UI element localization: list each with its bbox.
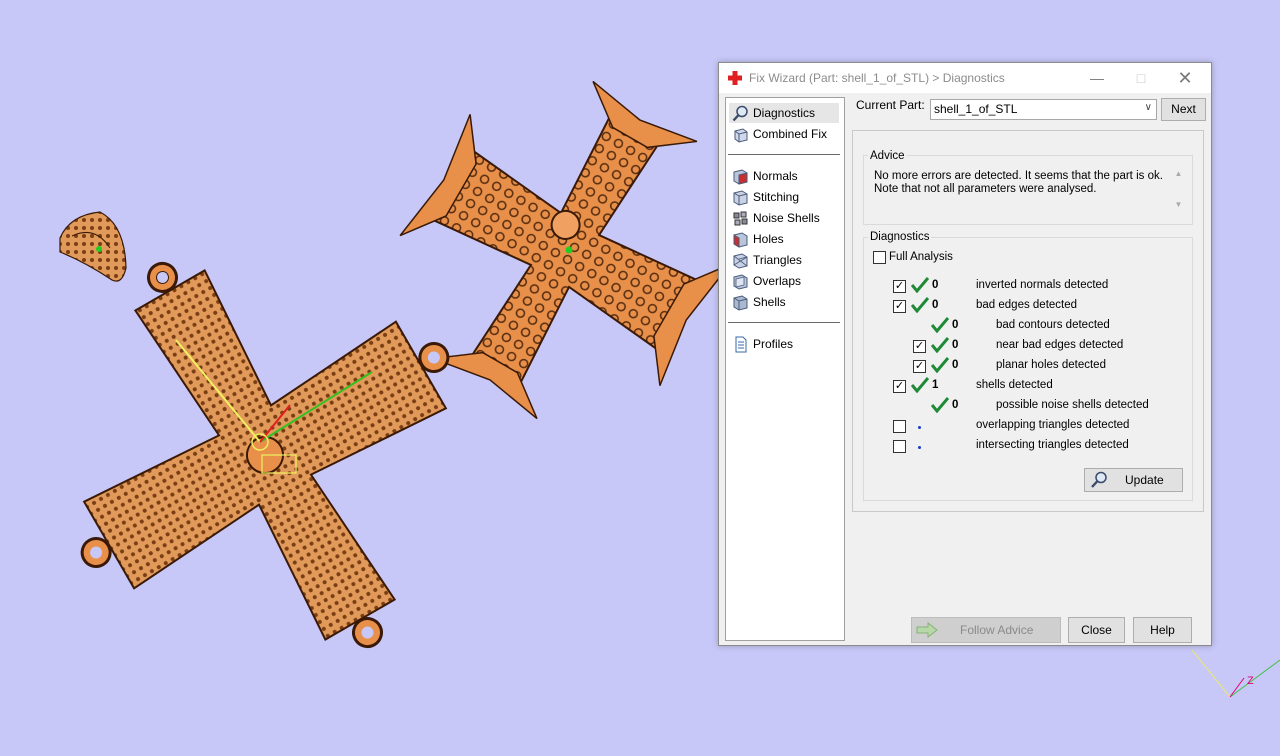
noise-shells-icon [733, 211, 748, 226]
nav-label: Profiles [753, 337, 794, 351]
green-check-icon [911, 277, 929, 293]
current-part-label: Current Part: [856, 98, 925, 112]
nav-item-diagnostics[interactable]: Diagnostics [729, 103, 839, 123]
nav-item-triangles[interactable]: Triangles [729, 250, 839, 270]
nav-item-profiles[interactable]: Profiles [729, 334, 839, 354]
shells-label: shells detected [976, 379, 1053, 391]
scroll-down-icon[interactable]: ▼ [1172, 200, 1185, 209]
overlaps-cube-icon [733, 274, 748, 290]
intersecting-triangles-label: intersecting triangles detected [976, 439, 1129, 451]
advice-text: No more errors are detected. It seems th… [874, 170, 1164, 196]
nav-item-normals[interactable]: Normals [729, 166, 839, 186]
current-part-value: shell_1_of_STL [934, 102, 1018, 116]
planar-holes-checkbox[interactable]: ✓ [913, 360, 926, 373]
advice-title: Advice [868, 150, 907, 162]
current-part-select[interactable]: shell_1_of_STL ∨ [930, 99, 1157, 120]
nav-divider [728, 322, 840, 323]
holes-cube-icon [733, 232, 748, 248]
document-icon [735, 336, 747, 353]
maximize-button[interactable]: □ [1119, 63, 1163, 93]
intersecting-triangles-checkbox[interactable] [893, 440, 906, 453]
advice-line-1: No more errors are detected. It seems th… [874, 170, 1163, 182]
inverted-normals-label: inverted normals detected [976, 279, 1109, 291]
red-cross-icon [728, 71, 742, 85]
axis-z-label: Z [1247, 675, 1254, 687]
full-analysis-label: Full Analysis [889, 251, 953, 263]
nav-item-shells[interactable]: Shells [729, 292, 839, 312]
overlapping-triangles-checkbox[interactable] [893, 420, 906, 433]
pending-dot-icon [918, 426, 921, 429]
axis-triad [1191, 649, 1280, 698]
chevron-down-icon: ∨ [1144, 102, 1152, 113]
nav-label: Combined Fix [753, 127, 828, 141]
shells-count: 1 [932, 379, 939, 391]
green-check-icon [931, 397, 949, 413]
planar-holes-count: 0 [952, 359, 959, 371]
next-button[interactable]: Next [1161, 98, 1206, 121]
green-check-icon [911, 377, 929, 393]
noise-shells-label: possible noise shells detected [996, 399, 1149, 411]
advice-scrollbar[interactable]: ▲ ▼ [1172, 169, 1185, 215]
near-bad-edges-label: near bad edges detected [996, 339, 1124, 351]
green-check-icon [931, 357, 949, 373]
inverted-normals-checkbox[interactable]: ✓ [893, 280, 906, 293]
fix-wizard-dialog: Fix Wizard (Part: shell_1_of_STL) > Diag… [718, 62, 1212, 646]
update-button[interactable]: Update [1084, 468, 1183, 492]
inverted-normals-count: 0 [932, 279, 939, 291]
title-bar[interactable]: Fix Wizard (Part: shell_1_of_STL) > Diag… [719, 63, 1211, 93]
cube-icon [734, 128, 748, 143]
nav-label: Diagnostics [753, 106, 816, 120]
follow-advice-label: Follow Advice [960, 623, 1034, 637]
shells-checkbox[interactable]: ✓ [893, 380, 906, 393]
bail-part[interactable] [59, 211, 127, 282]
green-check-icon [931, 317, 949, 333]
nav-item-noise-shells[interactable]: Noise Shells [729, 208, 839, 228]
pending-dot-icon [918, 446, 921, 449]
nav-label: Normals [753, 169, 798, 183]
nav-item-combined-fix[interactable]: Combined Fix [729, 124, 839, 144]
shells-cube-icon [733, 295, 748, 311]
bad-edges-checkbox[interactable]: ✓ [893, 300, 906, 313]
noise-shells-count: 0 [952, 399, 959, 411]
bad-edges-count: 0 [932, 299, 939, 311]
nav-label: Holes [753, 232, 784, 246]
update-label: Update [1125, 473, 1164, 487]
close-window-button[interactable]: ✕ [1163, 63, 1207, 93]
follow-advice-button[interactable]: Follow Advice [911, 617, 1061, 643]
nav-label: Triangles [753, 253, 802, 267]
green-check-icon [931, 337, 949, 353]
window-title: Fix Wizard (Part: shell_1_of_STL) > Diag… [749, 71, 1005, 85]
bad-contours-label: bad contours detected [996, 319, 1110, 331]
close-button[interactable]: Close [1068, 617, 1125, 643]
planar-holes-label: planar holes detected [996, 359, 1106, 371]
nav-item-overlaps[interactable]: Overlaps [729, 271, 839, 291]
diagnostics-title: Diagnostics [868, 231, 932, 243]
triangles-cube-icon [733, 253, 748, 269]
nav-item-holes[interactable]: Holes [729, 229, 839, 249]
bad-contours-count: 0 [952, 319, 959, 331]
minimize-button[interactable]: — [1075, 63, 1119, 93]
nav-label: Shells [753, 295, 786, 309]
near-bad-edges-count: 0 [952, 339, 959, 351]
near-bad-edges-checkbox[interactable]: ✓ [913, 340, 926, 353]
help-button[interactable]: Help [1133, 617, 1192, 643]
magnifier-icon [732, 105, 748, 122]
nav-label: Overlaps [753, 274, 802, 288]
nav-item-stitching[interactable]: Stitching [729, 187, 839, 207]
nav-divider [728, 154, 840, 155]
normals-cube-icon [733, 169, 748, 185]
nav-label: Noise Shells [753, 211, 820, 225]
wizard-nav: Diagnostics Combined Fix Normals Stitchi… [725, 97, 845, 641]
full-analysis-checkbox[interactable] [873, 251, 886, 264]
overlapping-triangles-label: overlapping triangles detected [976, 419, 1130, 431]
bad-edges-label: bad edges detected [976, 299, 1078, 311]
arrow-right-icon [916, 622, 938, 638]
green-check-icon [911, 297, 929, 313]
magnifier-icon [1091, 471, 1107, 488]
scroll-up-icon[interactable]: ▲ [1172, 169, 1185, 178]
nav-label: Stitching [753, 190, 800, 204]
advice-line-2: Note that not all parameters were analys… [874, 183, 1097, 195]
stitching-cube-icon [733, 190, 748, 206]
